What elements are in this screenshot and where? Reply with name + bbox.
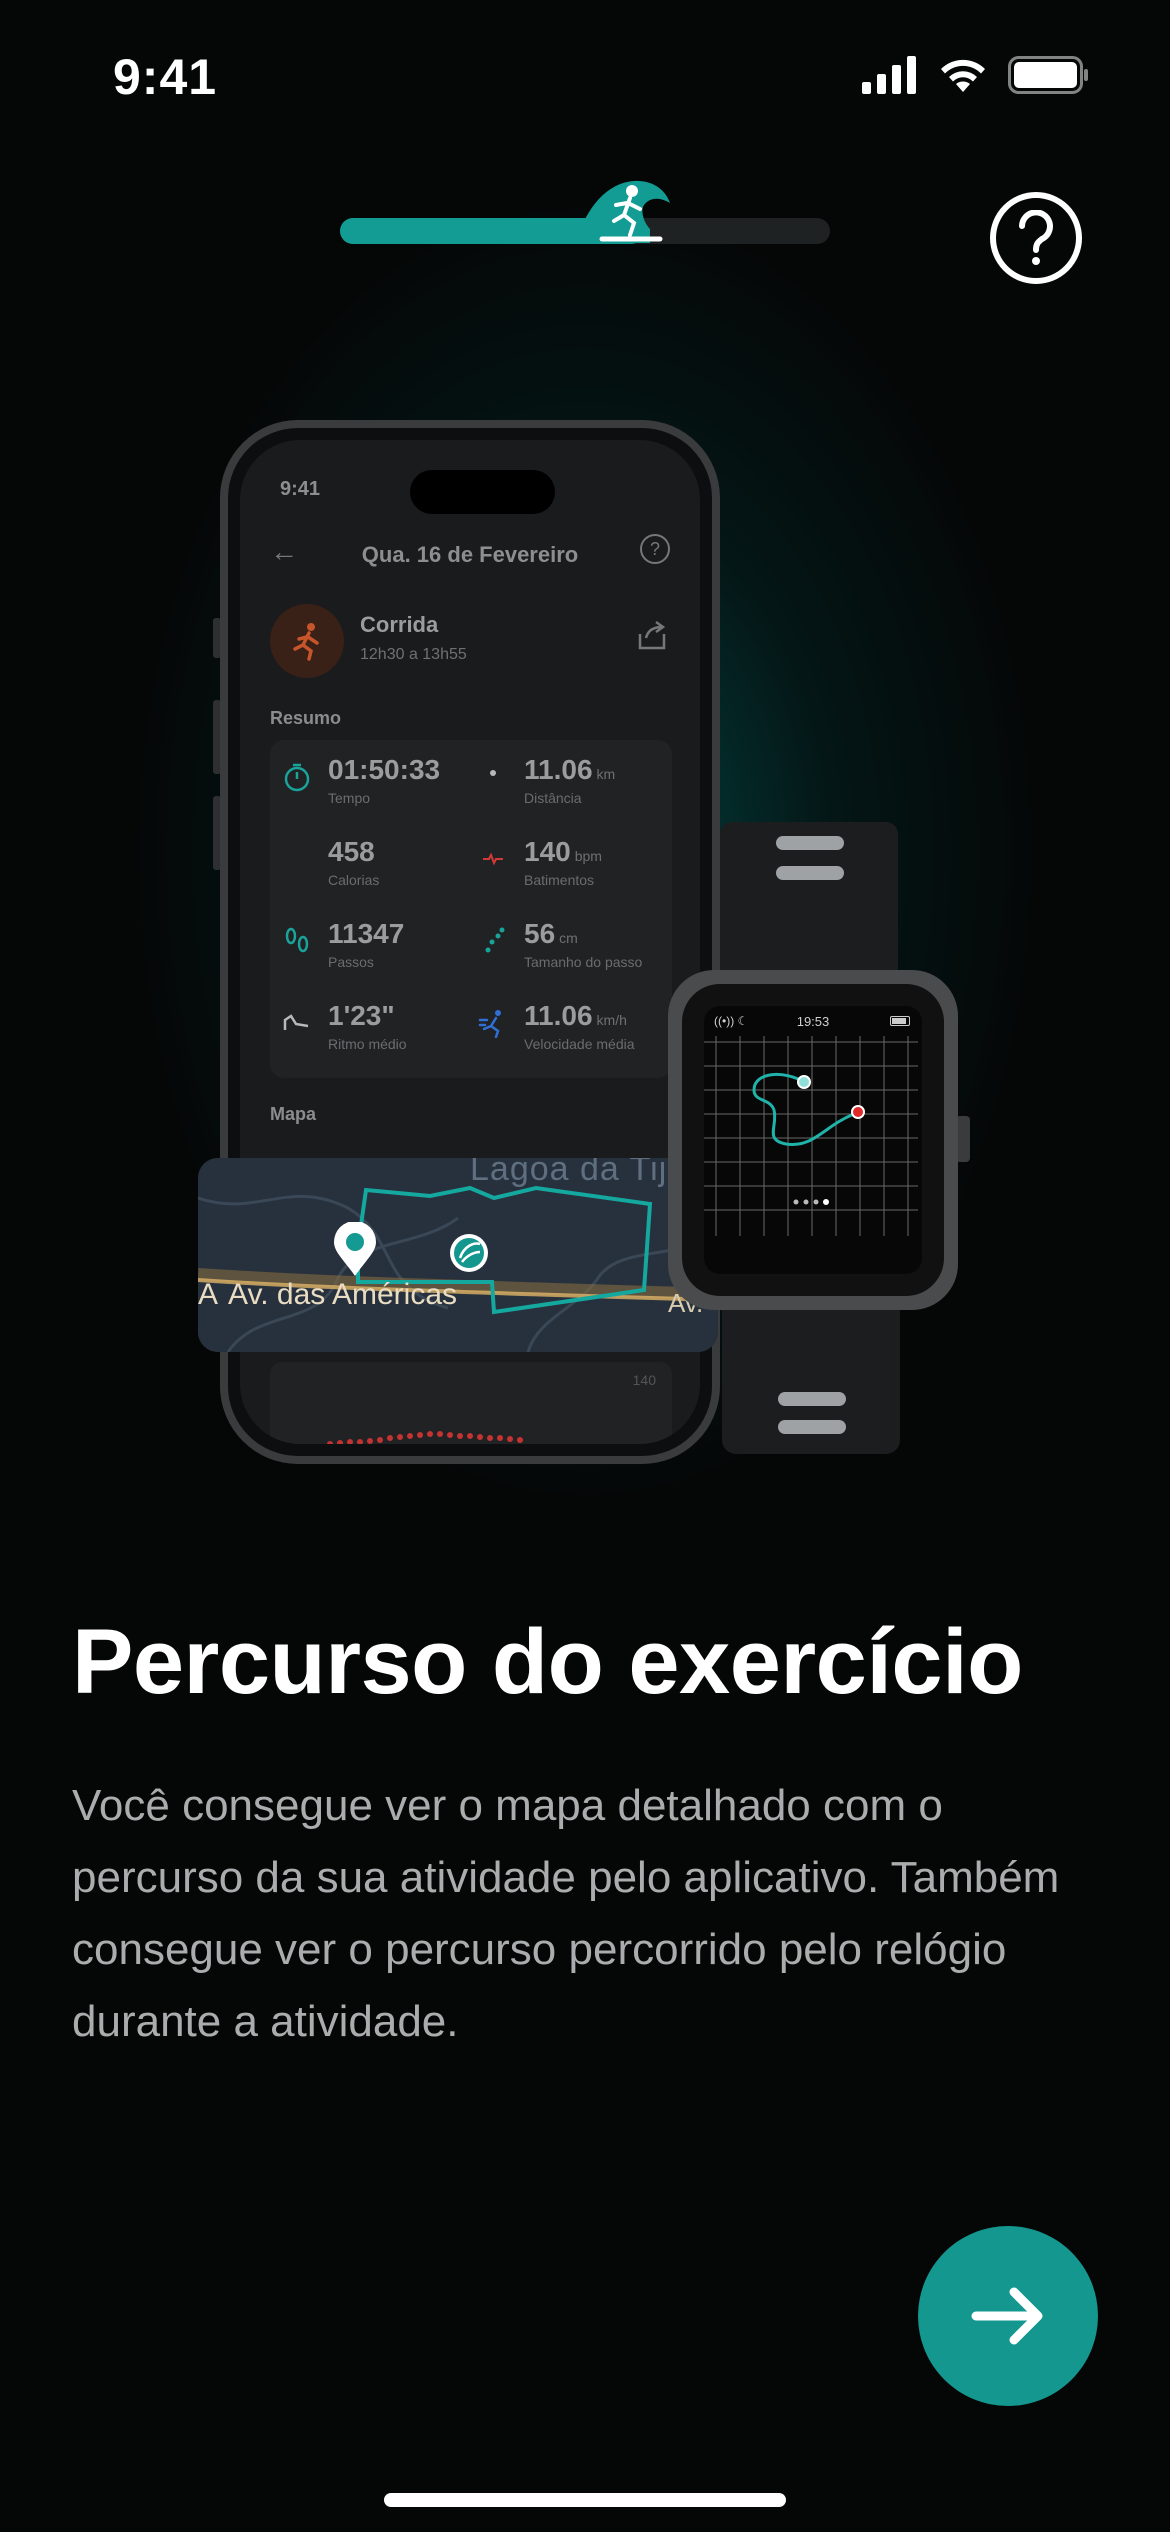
- dynamic-island: [410, 470, 555, 514]
- page-description: Você consegue ver o mapa detalhado com o…: [72, 1781, 1060, 2046]
- chart-dots: [327, 1431, 523, 1444]
- speed-runner-icon: [478, 1010, 501, 1038]
- stat-value: 01:50:33: [328, 754, 441, 785]
- stat-label: Calorias: [328, 872, 380, 888]
- page-title: Percurso do exercício: [72, 1611, 1023, 1713]
- next-button[interactable]: [918, 2226, 1098, 2406]
- cellular-signal-icon: [862, 56, 916, 94]
- map-start-letter: A: [198, 1278, 219, 1311]
- smartwatch-mockup: ((•)) ☾ 19:53: [668, 970, 958, 1310]
- stat-item: 11.06 km Distância: [466, 746, 656, 816]
- stat-label: Tempo: [328, 790, 371, 806]
- phone-date-title: Qua. 16 de Fevereiro: [361, 542, 579, 567]
- surfer-icon: [575, 180, 670, 243]
- stat-item: 11.06 km/h Velocidade média: [466, 992, 656, 1062]
- band-slot: [776, 836, 844, 850]
- phone-status-time: 9:41: [280, 478, 321, 500]
- stopwatch-icon: [284, 763, 310, 792]
- chart-tick-label: 140: [632, 1372, 656, 1388]
- map-street-label: A Av. das Américas: [198, 1278, 457, 1312]
- stat-label: Velocidade média: [524, 1036, 635, 1052]
- running-icon: [270, 604, 344, 678]
- stat-value: 11.06 km: [524, 754, 616, 785]
- onboarding-progress-bar: [340, 180, 830, 244]
- stat-item: 01:50:33 Tempo: [270, 746, 460, 816]
- map-pin-icon: [334, 1222, 376, 1276]
- footprints-icon: [285, 927, 309, 953]
- stat-item: 140 bpm Batimentos: [466, 828, 656, 898]
- stat-value: 140 bpm: [524, 836, 602, 867]
- stat-value: 11347: [328, 918, 405, 949]
- map-street-name: Av. das Américas: [228, 1278, 457, 1311]
- help-button[interactable]: [990, 192, 1082, 284]
- flame-icon: [282, 844, 312, 874]
- stat-label: Tamanho do passo: [524, 954, 643, 970]
- stat-item: 1'23" Ritmo médio: [270, 992, 460, 1062]
- stat-label: Ritmo médio: [328, 1036, 407, 1052]
- stat-label: Batimentos: [524, 872, 595, 888]
- map-lagoon-label: Lagoa da Tiju: [470, 1158, 688, 1188]
- battery-icon: [1008, 56, 1088, 94]
- watch-screen: ((•)) ☾ 19:53: [704, 1006, 922, 1274]
- stat-value: 11.06 km/h: [524, 1000, 627, 1031]
- share-icon: [638, 620, 666, 650]
- status-bar-icons: [862, 56, 1090, 94]
- phone-help-icon: ?: [640, 534, 670, 564]
- stat-label: Passos: [328, 954, 374, 970]
- stat-item: 11347 Passos: [270, 910, 460, 980]
- stat-value: 56 cm: [524, 918, 578, 949]
- watch-crown: [956, 1116, 970, 1162]
- location-pin-icon: [490, 770, 496, 776]
- help-icon: [1019, 210, 1053, 265]
- wifi-icon: [941, 59, 985, 92]
- map-card: Lagoa da Tiju A Av. das Américas Av.: [198, 1158, 718, 1352]
- summary-heading: Resumo: [270, 708, 342, 728]
- heart-rate-chart: 140: [270, 1362, 672, 1444]
- band-slot: [776, 866, 844, 880]
- map-heading: Mapa: [270, 1104, 317, 1124]
- arrow-right-icon: [971, 2287, 1043, 2345]
- watch-route-map: [704, 1036, 918, 1236]
- stride-icon: [485, 927, 505, 953]
- activity-name: Corrida: [360, 612, 439, 637]
- activity-time-range: 12h30 a 13h55: [360, 646, 467, 663]
- home-indicator: [384, 2493, 786, 2507]
- stat-item: 458 Calorias: [270, 828, 460, 898]
- summary-stats-card: 01:50:33 Tempo 11.06 km Distância 458 Calorias…: [270, 740, 672, 1078]
- stat-label: Distância: [524, 790, 582, 806]
- band-slot: [778, 1420, 846, 1434]
- stat-item: 56 cm Tamanho do passo: [466, 910, 656, 980]
- heart-rate-icon: [483, 852, 503, 866]
- stat-value: 458: [328, 836, 375, 867]
- status-bar-time: 9:41: [113, 49, 218, 105]
- stat-value: 1'23": [328, 1000, 395, 1031]
- band-slot: [778, 1392, 846, 1406]
- shoe-icon: [283, 1014, 309, 1030]
- brand-logo-icon: [450, 1234, 488, 1272]
- watch-band-bottom: [722, 1298, 900, 1454]
